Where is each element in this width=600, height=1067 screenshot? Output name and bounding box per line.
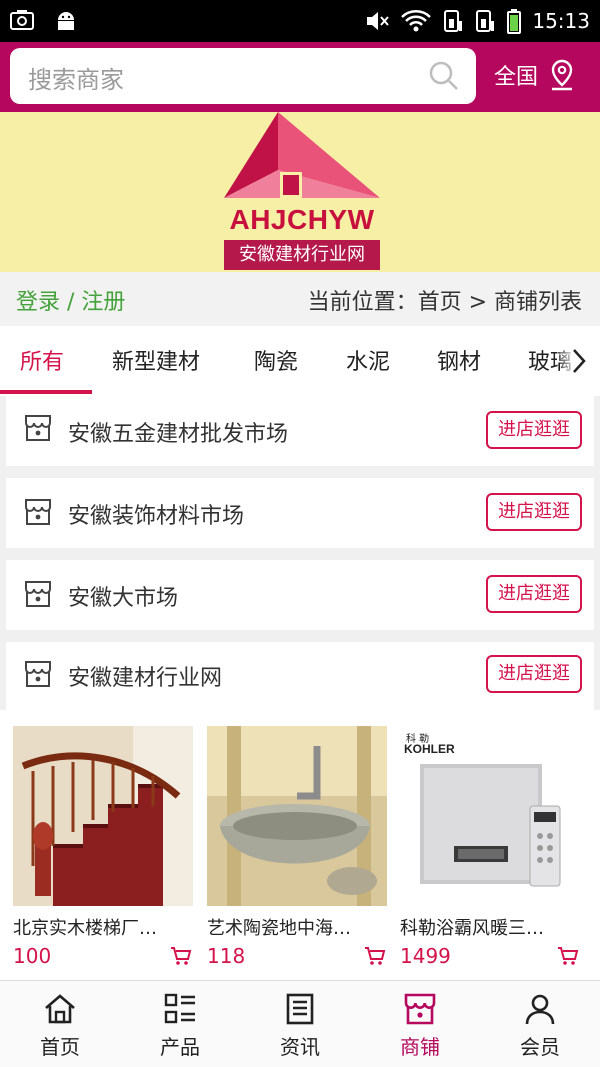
android-icon: [58, 12, 74, 30]
enter-shop-button[interactable]: 进店逛逛: [486, 655, 582, 693]
chevron-right-icon: [573, 349, 586, 373]
sim2-signal-icon: [476, 10, 495, 32]
nav-home[interactable]: 首页: [0, 991, 120, 1060]
shop-name: 安徽大市场: [68, 586, 179, 611]
tab-ceramics[interactable]: 陶瓷: [254, 344, 298, 376]
shop-name: 安徽装饰材料市场: [68, 504, 245, 529]
active-tab-indicator: [0, 390, 92, 394]
tabs-scroll-right[interactable]: [560, 326, 600, 396]
region-selector[interactable]: 全国: [494, 58, 578, 92]
nav-label: 会员: [520, 1035, 560, 1059]
product-name: 北京实木楼梯厂…: [13, 918, 157, 939]
nav-label: 产品: [160, 1035, 200, 1059]
nav-label: 资讯: [280, 1035, 320, 1059]
shop-name: 安徽五金建材批发市场: [68, 422, 289, 447]
cart-icon[interactable]: [169, 944, 193, 968]
screenshot-icon: [10, 10, 34, 30]
shop-item[interactable]: 安徽五金建材批发市场 进店逛逛: [6, 396, 594, 466]
wifi-icon: [401, 10, 432, 32]
product-name: 科勒浴霸风暖三…: [400, 918, 544, 939]
roof-logo-icon: [224, 112, 380, 198]
tab-steel[interactable]: 钢材: [437, 344, 481, 376]
banner[interactable]: AHJCHYW 安徽建材行业网: [0, 112, 600, 272]
search-input[interactable]: 搜索商家: [10, 48, 476, 104]
shop-icon: [404, 993, 436, 1025]
nav-news[interactable]: 资讯: [240, 991, 360, 1060]
product-price: 1499: [400, 944, 451, 968]
site-logo: AHJCHYW 安徽建材行业网: [220, 112, 384, 272]
cart-icon[interactable]: [556, 944, 580, 968]
login-register-link[interactable]: 登录 / 注册: [16, 284, 125, 316]
cart-icon[interactable]: [363, 944, 387, 968]
product-card[interactable]: 科 勒 KOHLER 科勒浴霸风暖三… 1499: [400, 726, 580, 968]
product-grid: 北京实木楼梯厂… 100 艺术陶瓷地中海… 118 科 勒 KOHLER 科勒浴…: [0, 710, 600, 980]
breadcrumb: 当前位置：首页 > 商铺列表: [307, 290, 582, 315]
app-header: 搜索商家 全国: [0, 42, 600, 112]
shop-icon: [25, 499, 51, 525]
nav-member[interactable]: 会员: [480, 991, 600, 1060]
battery-icon: [507, 9, 522, 34]
product-name: 艺术陶瓷地中海…: [207, 918, 351, 939]
product-price: 100: [13, 944, 52, 968]
bottom-navigation: 首页 产品 资讯 商铺 会员: [0, 980, 600, 1067]
grid-list-icon: [164, 993, 195, 1024]
search-icon[interactable]: [428, 60, 460, 92]
product-card[interactable]: 北京实木楼梯厂… 100: [13, 726, 193, 968]
enter-shop-button[interactable]: 进店逛逛: [486, 411, 582, 449]
shop-item[interactable]: 安徽大市场 进店逛逛: [6, 560, 594, 630]
product-image-staircase[interactable]: [13, 726, 193, 906]
shop-name: 安徽建材行业网: [68, 666, 223, 691]
sim1-signal-icon: [444, 10, 463, 32]
clock: 15:13: [532, 9, 590, 33]
product-card[interactable]: 艺术陶瓷地中海… 118: [207, 726, 387, 968]
tab-all[interactable]: 所有: [20, 344, 64, 376]
enter-shop-button[interactable]: 进店逛逛: [486, 575, 582, 613]
search-placeholder: 搜索商家: [28, 66, 124, 94]
shop-icon: [25, 581, 51, 607]
category-tabs: 所有 新型建材 陶瓷 水泥 钢材 玻璃: [0, 326, 600, 396]
logo-text: AHJCHYW: [229, 204, 375, 235]
home-icon: [45, 994, 75, 1024]
shop-icon: [25, 415, 51, 441]
nav-label: 首页: [40, 1035, 80, 1059]
news-icon: [286, 993, 314, 1025]
product-price: 118: [207, 944, 246, 968]
shop-icon: [25, 661, 51, 687]
shop-item[interactable]: 安徽装饰材料市场 进店逛逛: [6, 478, 594, 548]
user-icon: [525, 994, 555, 1025]
mute-icon: [367, 12, 390, 30]
location-pin-icon: [551, 59, 573, 91]
tab-new-materials[interactable]: 新型建材: [112, 344, 200, 376]
nav-products[interactable]: 产品: [120, 991, 240, 1060]
product-image-bath-heater[interactable]: 科 勒 KOHLER: [400, 726, 580, 906]
enter-shop-button[interactable]: 进店逛逛: [486, 493, 582, 531]
status-bar: 15:13: [0, 0, 600, 42]
tab-cement[interactable]: 水泥: [346, 344, 390, 376]
nav-shops[interactable]: 商铺: [360, 991, 480, 1060]
region-label: 全国: [494, 65, 539, 90]
breadcrumb-bar: 登录 / 注册 当前位置：首页 > 商铺列表: [0, 272, 600, 326]
product-image-basin[interactable]: [207, 726, 387, 906]
nav-label: 商铺: [400, 1035, 440, 1059]
shop-item[interactable]: 安徽建材行业网 进店逛逛: [6, 642, 594, 712]
logo-subtitle: 安徽建材行业网: [224, 240, 380, 270]
